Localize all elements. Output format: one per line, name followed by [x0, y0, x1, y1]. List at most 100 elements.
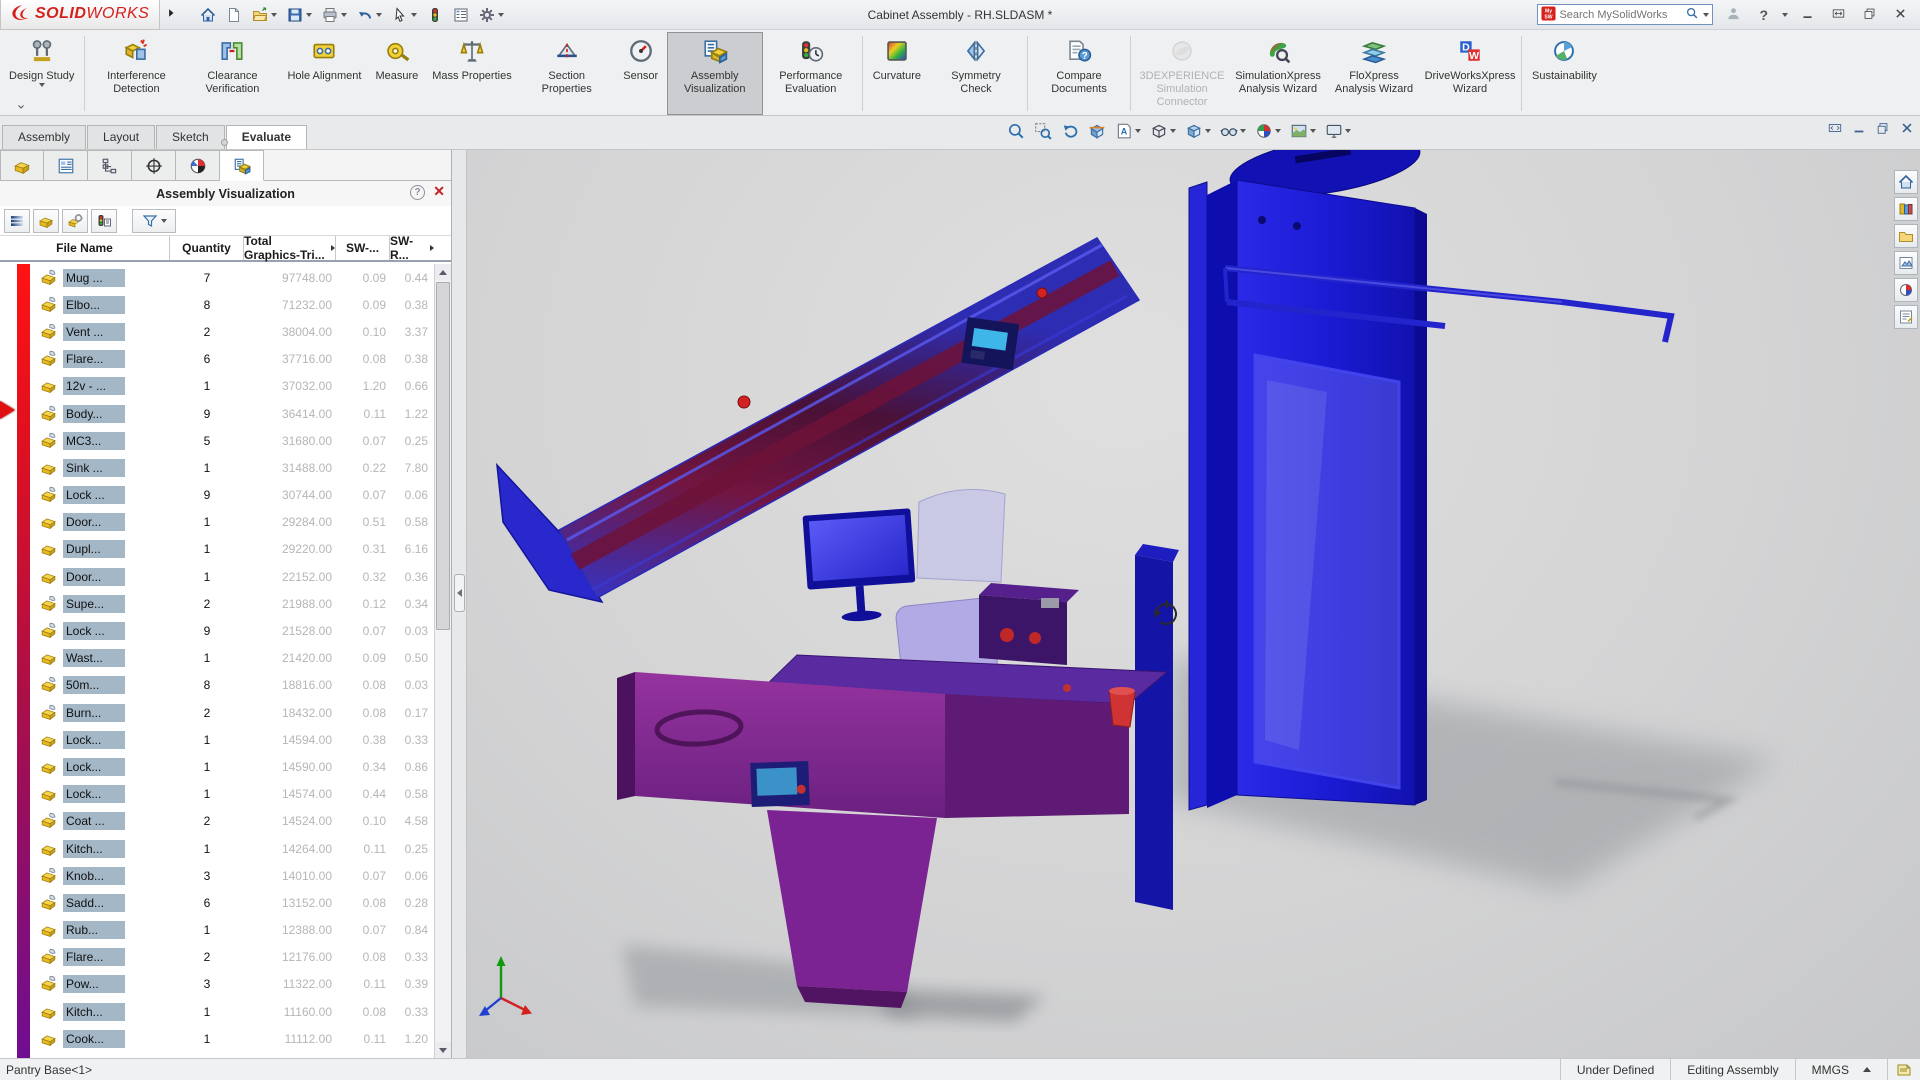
print-icon[interactable]: [318, 4, 351, 26]
units-selector[interactable]: MMGS: [1795, 1059, 1887, 1080]
table-scrollbar[interactable]: [434, 264, 451, 1058]
column-header-sw-r[interactable]: SW-R...: [390, 236, 434, 260]
panel-splitter[interactable]: [452, 150, 467, 1058]
ribbon-hole-alignment[interactable]: Hole Alignment: [280, 32, 368, 115]
tab-sketch[interactable]: Sketch: [156, 125, 225, 149]
scrollbar-thumb[interactable]: [436, 282, 450, 630]
doc-close-icon[interactable]: [1900, 121, 1914, 138]
part-tab-icon[interactable]: [0, 150, 44, 181]
table-row[interactable]: Cook... 1 11112.00 0.11 1.20: [0, 1025, 434, 1052]
table-row[interactable]: Rub... 1 12388.00 0.07 0.84: [0, 917, 434, 944]
ribbon-clearance-verification[interactable]: Clearance Verification: [184, 32, 280, 115]
graphics-area[interactable]: [467, 150, 1920, 1058]
search-box[interactable]: MySW: [1537, 4, 1713, 25]
view-palette-icon[interactable]: [1894, 251, 1918, 275]
previous-view-icon[interactable]: [1058, 120, 1082, 142]
status-note-icon[interactable]: [1887, 1059, 1920, 1080]
table-row[interactable]: Lock... 1 14590.00 0.34 0.86: [0, 753, 434, 780]
value-bars-icon[interactable]: [4, 209, 30, 233]
ribbon-compare-documents[interactable]: ? Compare Documents: [1031, 32, 1127, 115]
ribbon-simulationxpress-analysis-wizard[interactable]: SimulationXpress Analysis Wizard: [1230, 32, 1326, 115]
ribbon-measure[interactable]: Measure: [368, 32, 425, 115]
file-explorer-icon[interactable]: [1894, 224, 1918, 248]
resources-icon[interactable]: [1894, 170, 1918, 194]
table-row[interactable]: Kitch... 1 11160.00 0.08 0.33: [0, 998, 434, 1025]
filter-icon[interactable]: [132, 209, 176, 233]
table-row[interactable]: MC3... 5 31680.00 0.07 0.25: [0, 427, 434, 454]
edit-appearance-icon[interactable]: [1252, 120, 1284, 142]
table-row[interactable]: Sink ... 1 31488.00 0.22 7.80: [0, 454, 434, 481]
annotation-views-icon[interactable]: A: [1112, 120, 1144, 142]
traffic-light-icon[interactable]: [423, 4, 447, 26]
close-button[interactable]: [1889, 5, 1912, 25]
view-orientation-icon[interactable]: [1147, 120, 1179, 142]
save-icon[interactable]: [283, 4, 316, 26]
ribbon-mass-properties[interactable]: Mass Properties: [425, 32, 518, 115]
display-style-icon[interactable]: [1182, 120, 1214, 142]
table-row[interactable]: Elbo... 8 71232.00 0.09 0.38: [0, 291, 434, 318]
restore-button[interactable]: [1858, 5, 1881, 25]
tab-assembly[interactable]: Assembly: [2, 125, 86, 149]
toolbar-flyout-arrow[interactable]: [166, 7, 176, 22]
table-row[interactable]: Lock... 1 14594.00 0.38 0.33: [0, 726, 434, 753]
doc-restore-icon[interactable]: [1876, 121, 1890, 138]
panel-help-icon[interactable]: ?: [410, 185, 425, 200]
help-button[interactable]: ?: [1754, 5, 1773, 25]
scroll-up-icon[interactable]: [435, 264, 451, 280]
tab-layout[interactable]: Layout: [87, 125, 155, 149]
ribbon-section-properties[interactable]: Section Properties: [519, 32, 615, 115]
ribbon-floxpress-analysis-wizard[interactable]: FloXpress Analysis Wizard: [1326, 32, 1422, 115]
scroll-down-icon[interactable]: [435, 1042, 451, 1058]
new-document-icon[interactable]: [222, 4, 246, 26]
tab-evaluate[interactable]: Evaluate: [226, 125, 307, 149]
table-row[interactable]: Vent ... 2 38004.00 0.10 3.37: [0, 318, 434, 345]
table-row[interactable]: Lock ... 9 21528.00 0.07 0.03: [0, 617, 434, 644]
open-icon[interactable]: [248, 4, 281, 26]
table-row[interactable]: Lock... 1 14574.00 0.44 0.58: [0, 781, 434, 808]
user-account-icon[interactable]: [1721, 4, 1746, 26]
table-row[interactable]: Supe... 2 21988.00 0.12 0.34: [0, 590, 434, 617]
undo-icon[interactable]: [353, 4, 386, 26]
appearances-pane-icon[interactable]: [1894, 278, 1918, 302]
ribbon-sensor[interactable]: Sensor: [615, 32, 667, 115]
table-row[interactable]: Wast... 1 21420.00 0.09 0.50: [0, 645, 434, 672]
home-icon[interactable]: [196, 4, 220, 26]
table-row[interactable]: Flare... 2 12176.00 0.08 0.33: [0, 944, 434, 971]
ribbon-performance-evaluation[interactable]: Performance Evaluation: [763, 32, 859, 115]
table-row[interactable]: Lock ... 9 30744.00 0.07 0.06: [0, 482, 434, 509]
panel-close-icon[interactable]: ✕: [433, 184, 445, 198]
performance-list-icon[interactable]: [91, 209, 117, 233]
apply-scene-icon[interactable]: [1287, 120, 1319, 142]
ribbon-curvature[interactable]: Curvature: [866, 32, 928, 115]
table-row[interactable]: Burn... 2 18432.00 0.08 0.17: [0, 699, 434, 726]
grouped-parts-icon[interactable]: [33, 209, 59, 233]
table-row[interactable]: Sadd... 6 13152.00 0.08 0.28: [0, 889, 434, 916]
column-header-sw[interactable]: SW-...: [336, 236, 390, 260]
search-input[interactable]: [1559, 9, 1682, 21]
hide-show-icon[interactable]: [1217, 120, 1249, 142]
configuration-tab-icon[interactable]: [88, 150, 132, 181]
ribbon-sustainability[interactable]: Sustainability: [1525, 32, 1604, 115]
help-dropdown-icon[interactable]: [1782, 13, 1788, 17]
ribbon-assembly-visualization[interactable]: Assembly Visualization: [667, 32, 763, 115]
design-library-icon[interactable]: [1894, 197, 1918, 221]
ribbon-interference-detection[interactable]: Interference Detection: [88, 32, 184, 115]
ribbon-overflow-icon[interactable]: [16, 100, 26, 114]
ribbon-driveworksxpress-wizard[interactable]: DW DriveWorksXpress Wizard: [1422, 32, 1518, 115]
column-header-total-graphics-tri[interactable]: Total Graphics-Tri...: [244, 236, 336, 260]
table-row[interactable]: Coat ... 2 14524.00 0.10 4.58: [0, 808, 434, 835]
properties-icon[interactable]: [449, 4, 473, 26]
properties-tab-icon[interactable]: [44, 150, 88, 181]
panel-height-grip[interactable]: [221, 139, 228, 146]
table-row[interactable]: Body... 9 36414.00 0.11 1.22: [0, 400, 434, 427]
table-row[interactable]: Knob... 3 14010.00 0.07 0.06: [0, 862, 434, 889]
ribbon-symmetry-check[interactable]: Symmetry Check: [928, 32, 1024, 115]
table-row[interactable]: 12v - ... 1 37032.00 1.20 0.66: [0, 373, 434, 400]
options-gear-icon[interactable]: [475, 4, 508, 26]
view-settings-icon[interactable]: [1322, 120, 1354, 142]
table-row[interactable]: Dupl... 1 29220.00 0.31 6.16: [0, 536, 434, 563]
table-row[interactable]: Kitch... 1 14264.00 0.11 0.25: [0, 835, 434, 862]
panel-collapse-button[interactable]: [454, 574, 465, 612]
table-row[interactable]: 50m... 8 18816.00 0.08 0.03: [0, 672, 434, 699]
custom-properties-icon[interactable]: [1894, 305, 1918, 329]
